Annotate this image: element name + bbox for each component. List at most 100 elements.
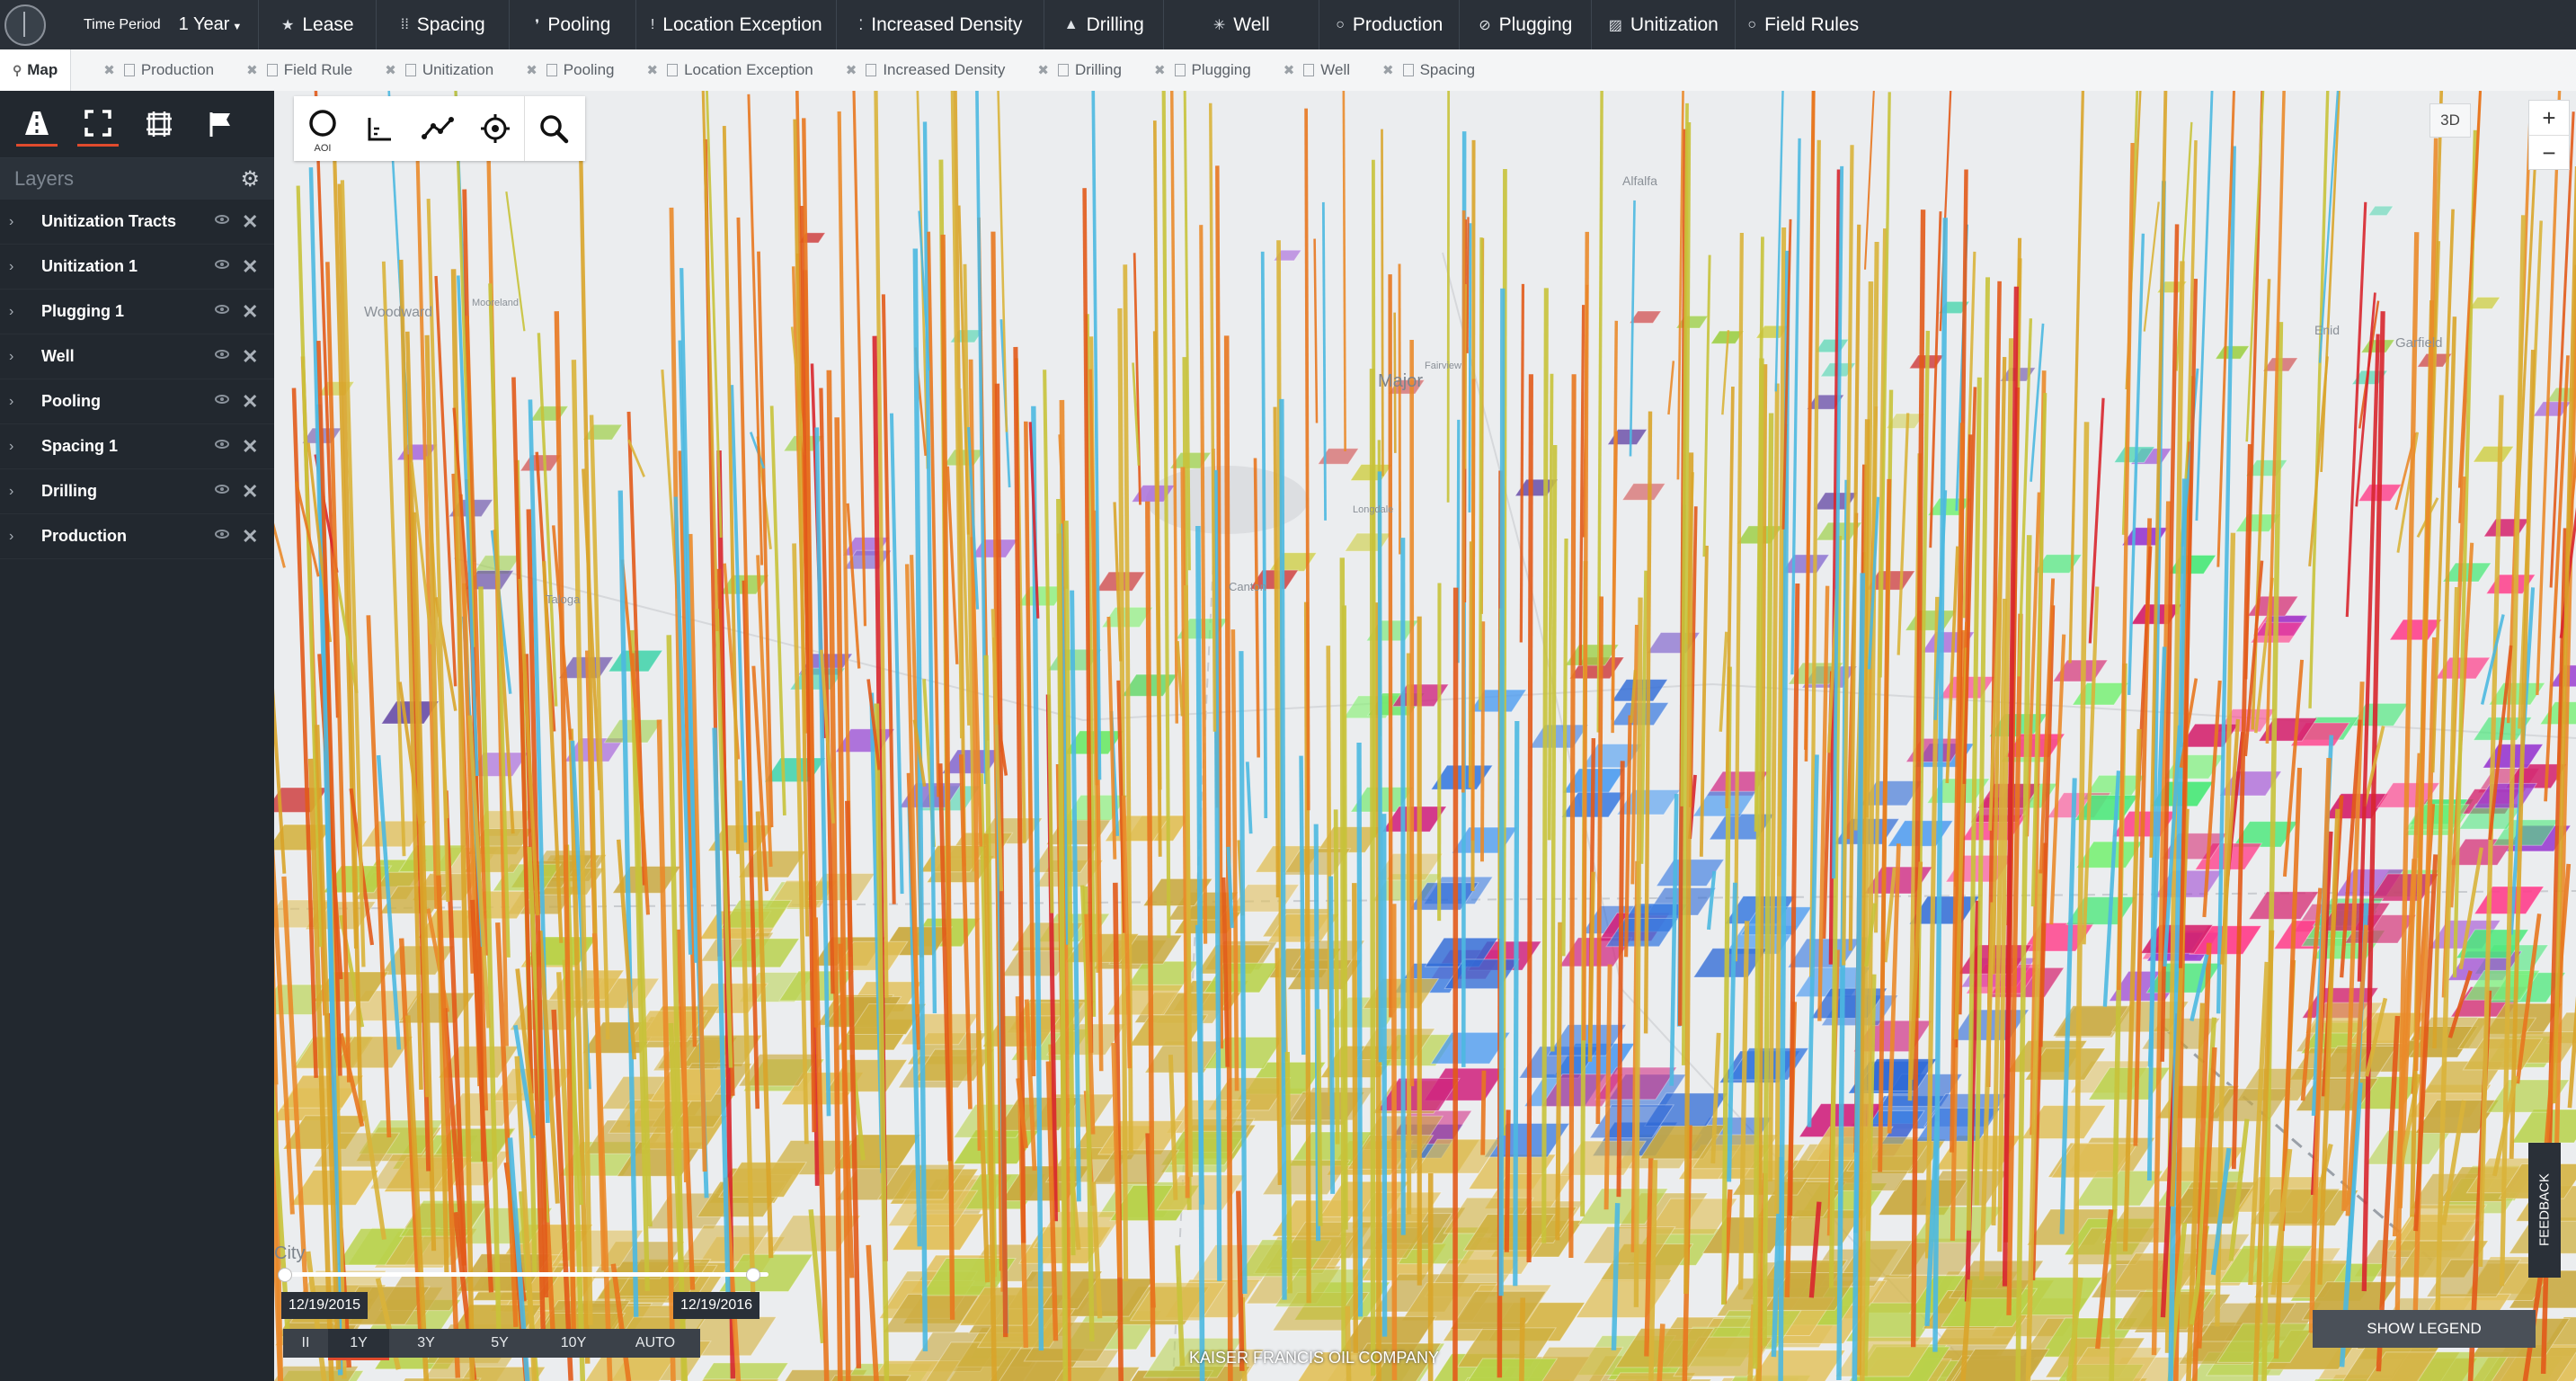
range-1y-button[interactable]: 1Y xyxy=(328,1329,389,1360)
measure-area-button[interactable] xyxy=(351,96,409,161)
nav-location-exception-button[interactable]: ! Location Exception xyxy=(635,0,836,49)
nav-increased-density-button[interactable]: ⁚ Increased Density xyxy=(836,0,1044,49)
range-5y-button[interactable]: 5Y xyxy=(463,1329,537,1358)
close-icon[interactable]: ✕ xyxy=(242,210,258,234)
tab-drilling[interactable]: ✖ Drilling xyxy=(1037,49,1122,91)
close-icon[interactable]: ✕ xyxy=(242,435,258,459)
tab-field-rule[interactable]: ✖ Field Rule xyxy=(246,49,352,91)
grid-button[interactable] xyxy=(138,103,180,145)
layer-item[interactable]: › Well ✕ xyxy=(0,334,274,379)
circle-icon: ○ xyxy=(1336,16,1345,32)
layer-item[interactable]: › Spacing 1 ✕ xyxy=(0,424,274,469)
timeline-end-handle[interactable] xyxy=(746,1268,760,1282)
eye-icon[interactable] xyxy=(215,440,229,449)
timeline-slider[interactable] xyxy=(283,1272,768,1277)
eye-icon[interactable] xyxy=(215,305,229,314)
close-icon[interactable]: ✖ xyxy=(385,62,396,78)
eye-icon[interactable] xyxy=(215,395,229,404)
chevron-right-icon[interactable]: › xyxy=(9,529,22,545)
zoom-out-button[interactable]: − xyxy=(2529,136,2569,170)
search-button[interactable] xyxy=(524,96,582,161)
fullscreen-button[interactable] xyxy=(77,102,119,147)
show-legend-label: SHOW LEGEND xyxy=(2367,1320,2482,1337)
close-icon[interactable]: ✖ xyxy=(647,62,659,78)
map-3d-visualization[interactable] xyxy=(274,91,2576,1381)
range-3y-button[interactable]: 3Y xyxy=(389,1329,463,1358)
chevron-right-icon[interactable]: › xyxy=(9,214,22,230)
nav-pooling-button[interactable]: ❜ Pooling xyxy=(509,0,635,49)
layer-name: Well xyxy=(41,347,75,365)
close-icon[interactable]: ✕ xyxy=(242,255,258,279)
tab-map[interactable]: ⚲ Map xyxy=(0,49,72,91)
nav-plugging-button[interactable]: ⊘ Plugging xyxy=(1459,0,1591,49)
chevron-right-icon[interactable]: › xyxy=(9,484,22,500)
draw-line-button[interactable] xyxy=(409,96,466,161)
close-icon[interactable]: ✖ xyxy=(526,62,537,78)
chevron-right-icon[interactable]: › xyxy=(9,304,22,320)
pause-button[interactable]: II xyxy=(283,1329,328,1358)
chevron-right-icon[interactable]: › xyxy=(9,394,22,410)
layer-item[interactable]: › Unitization 1 ✕ xyxy=(0,245,274,290)
nav-label: Spacing xyxy=(416,13,485,35)
close-icon[interactable]: ✖ xyxy=(103,62,115,78)
map-view-button[interactable] xyxy=(16,102,58,147)
tab-pooling[interactable]: ✖ Pooling xyxy=(526,49,614,91)
tab-plugging[interactable]: ✖ Plugging xyxy=(1154,49,1251,91)
close-icon[interactable]: ✕ xyxy=(242,525,258,548)
tab-production[interactable]: ✖ Production xyxy=(103,49,214,91)
layer-item[interactable]: › Drilling ✕ xyxy=(0,469,274,514)
layer-item[interactable]: › Pooling ✕ xyxy=(0,379,274,424)
close-icon[interactable]: ✖ xyxy=(1037,62,1049,78)
tab-unitization[interactable]: ✖ Unitization xyxy=(385,49,493,91)
close-icon[interactable]: ✖ xyxy=(1154,62,1166,78)
aoi-circle-button[interactable]: AOI xyxy=(294,96,351,161)
close-icon[interactable]: ✖ xyxy=(246,62,258,78)
view-3d-toggle[interactable]: 3D xyxy=(2429,103,2471,138)
timeline-controls: II 1Y 3Y 5Y 10Y AUTO xyxy=(283,1329,700,1360)
close-icon[interactable]: ✕ xyxy=(242,390,258,414)
close-icon[interactable]: ✖ xyxy=(1284,62,1295,78)
flag-button[interactable] xyxy=(200,103,241,145)
nav-field-rules-button[interactable]: ○ Field Rules xyxy=(1735,0,1870,49)
layer-item[interactable]: › Unitization Tracts ✕ xyxy=(0,200,274,245)
close-icon[interactable]: ✕ xyxy=(242,345,258,369)
eye-icon[interactable] xyxy=(215,485,229,494)
eye-icon[interactable] xyxy=(215,350,229,359)
eye-icon[interactable] xyxy=(215,530,229,539)
close-icon[interactable]: ✕ xyxy=(242,300,258,324)
sun-icon: ✳ xyxy=(1212,17,1226,33)
locate-button[interactable] xyxy=(466,96,524,161)
nav-production-button[interactable]: ○ Production xyxy=(1319,0,1459,49)
tab-location-exception[interactable]: ✖ Location Exception xyxy=(647,49,813,91)
nav-well-button[interactable]: ✳ Well xyxy=(1163,0,1319,49)
chevron-right-icon[interactable]: › xyxy=(9,349,22,365)
tab-spacing[interactable]: ✖ Spacing xyxy=(1382,49,1475,91)
range-auto-button[interactable]: AUTO xyxy=(610,1329,700,1358)
eye-icon[interactable] xyxy=(215,215,229,224)
tab-increased-density[interactable]: ✖ Increased Density xyxy=(846,49,1006,91)
layer-item[interactable]: › Plugging 1 ✕ xyxy=(0,290,274,334)
nav-drilling-button[interactable]: ▲ Drilling xyxy=(1044,0,1163,49)
range-10y-button[interactable]: 10Y xyxy=(537,1329,610,1358)
feedback-tab[interactable]: FEEDBACK xyxy=(2528,1143,2561,1278)
polyline-icon xyxy=(422,117,454,139)
map-canvas[interactable]: Woodward Mooreland Major Canton Taloga F… xyxy=(274,91,2576,1381)
chevron-right-icon[interactable]: › xyxy=(9,439,22,455)
nav-lease-button[interactable]: ★ Lease xyxy=(258,0,376,49)
tab-well[interactable]: ✖ Well xyxy=(1284,49,1350,91)
gear-icon[interactable]: ⚙ xyxy=(240,166,260,192)
close-icon[interactable]: ✕ xyxy=(242,480,258,503)
chevron-right-icon[interactable]: › xyxy=(9,259,22,275)
show-legend-button[interactable]: SHOW LEGEND xyxy=(2313,1310,2536,1348)
close-icon[interactable]: ✖ xyxy=(1382,62,1394,78)
layer-name: Unitization 1 xyxy=(41,257,138,275)
nav-spacing-button[interactable]: ⁞⁞ Spacing xyxy=(376,0,509,49)
zoom-in-button[interactable]: + xyxy=(2529,101,2569,136)
timeline-start-handle[interactable] xyxy=(278,1268,292,1282)
nav-unitization-button[interactable]: ▨ Unitization xyxy=(1591,0,1735,49)
close-icon[interactable]: ✖ xyxy=(846,62,857,78)
app-logo[interactable] xyxy=(0,0,49,49)
time-period-dropdown[interactable]: 1 Year ▼ xyxy=(179,14,243,35)
layer-item[interactable]: › Production ✕ xyxy=(0,514,274,559)
eye-icon[interactable] xyxy=(215,260,229,269)
